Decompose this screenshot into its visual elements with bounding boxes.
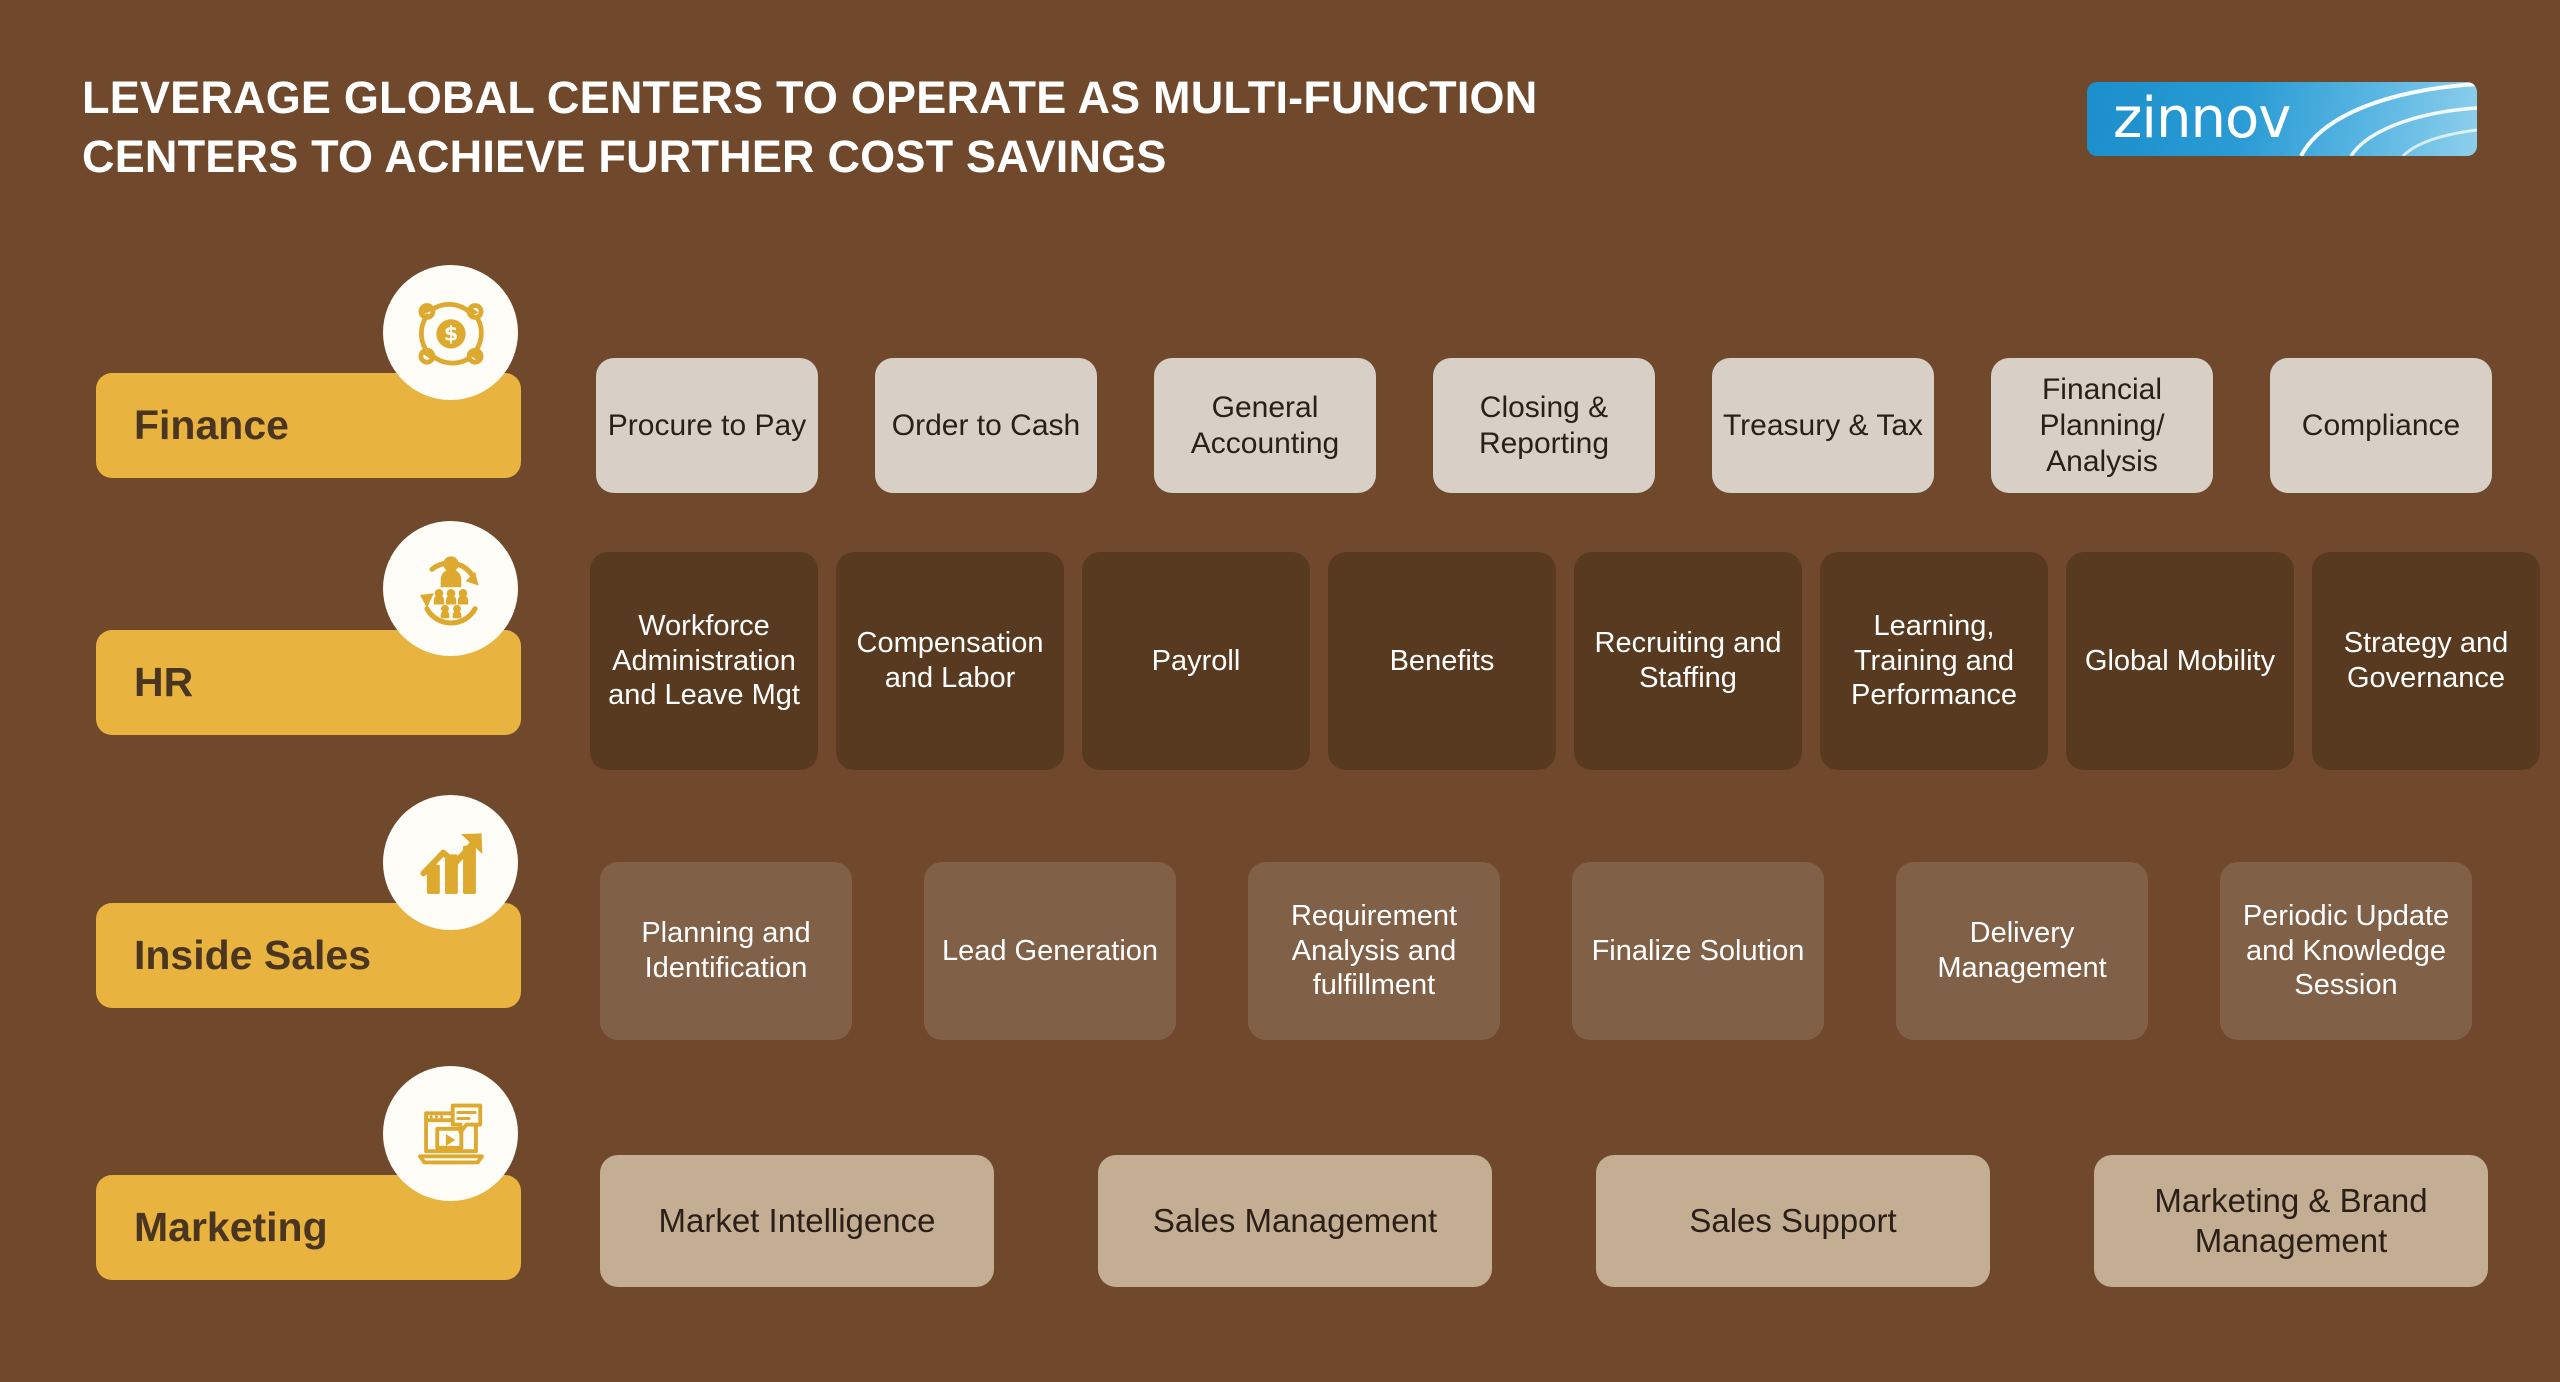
item-closing-reporting[interactable]: Closing & Reporting: [1433, 358, 1655, 493]
item-label: Strategy and Governance: [2343, 627, 2509, 694]
item-learning-training-performance[interactable]: Learning, Training and Performance: [1820, 552, 2048, 770]
item-periodic-update-knowledge-session[interactable]: Periodic Update and Knowledge Session: [2220, 862, 2472, 1040]
logo-wordmark: zinnov: [2113, 86, 2291, 151]
item-compliance[interactable]: Compliance: [2270, 358, 2492, 493]
item-label: Benefits: [1389, 644, 1495, 677]
item-label: Payroll: [1151, 644, 1241, 677]
items-hr: Workforce Administration and Leave Mgt C…: [590, 552, 2540, 770]
row-label-text: Inside Sales: [134, 932, 372, 978]
item-treasury-tax[interactable]: Treasury & Tax: [1712, 358, 1934, 493]
item-label: Marketing & Brand Management: [2154, 1182, 2428, 1259]
item-planning-identification[interactable]: Planning and Identification: [600, 862, 852, 1040]
people-cycle-icon: [383, 521, 518, 656]
item-label: Periodic Update and Knowledge Session: [2242, 899, 2450, 1002]
svg-text:$: $: [443, 321, 457, 345]
item-finalize-solution[interactable]: Finalize Solution: [1572, 862, 1824, 1040]
item-sales-support[interactable]: Sales Support: [1596, 1155, 1990, 1287]
item-general-accounting[interactable]: General Accounting: [1154, 358, 1376, 493]
zinnov-logo: zinnov: [2087, 82, 2477, 156]
item-label: Compensation and Labor: [856, 627, 1044, 694]
item-payroll[interactable]: Payroll: [1082, 552, 1310, 770]
items-inside-sales: Planning and Identification Lead Generat…: [600, 862, 2472, 1040]
item-label: Financial Planning/ Analysis: [2039, 372, 2165, 478]
item-workforce-administration[interactable]: Workforce Administration and Leave Mgt: [590, 552, 818, 770]
item-label: Lead Generation: [941, 934, 1159, 967]
page-header: LEVERAGE GLOBAL CENTERS TO OPERATE AS MU…: [0, 0, 2560, 215]
item-marketing-brand-management[interactable]: Marketing & Brand Management: [2094, 1155, 2488, 1287]
item-recruiting-staffing[interactable]: Recruiting and Staffing: [1574, 552, 1802, 770]
item-label: Finalize Solution: [1591, 934, 1805, 967]
item-label: Closing & Reporting: [1478, 390, 1610, 460]
item-global-mobility[interactable]: Global Mobility: [2066, 552, 2294, 770]
item-requirement-analysis-fulfillment[interactable]: Requirement Analysis and fulfillment: [1248, 862, 1500, 1040]
page-title-line-2: CENTERS TO ACHIEVE FURTHER COST SAVINGS: [82, 131, 1167, 183]
item-label: Planning and Identification: [641, 917, 811, 984]
item-order-to-cash[interactable]: Order to Cash: [875, 358, 1097, 493]
item-market-intelligence[interactable]: Market Intelligence: [600, 1155, 994, 1287]
item-label: Market Intelligence: [658, 1202, 936, 1240]
item-label: Treasury & Tax: [1722, 408, 1924, 442]
item-compensation-labor[interactable]: Compensation and Labor: [836, 552, 1064, 770]
item-strategy-governance[interactable]: Strategy and Governance: [2312, 552, 2540, 770]
item-financial-planning-analysis[interactable]: Financial Planning/ Analysis: [1991, 358, 2213, 493]
money-cycle-icon: $: [383, 265, 518, 400]
row-label-text: HR: [134, 659, 194, 705]
items-marketing: Market Intelligence Sales Management Sal…: [600, 1155, 2488, 1287]
item-label: Delivery Management: [1937, 917, 2107, 984]
row-label-text: Marketing: [134, 1204, 328, 1250]
row-label-text: Finance: [134, 402, 289, 448]
item-label: Sales Management: [1152, 1202, 1438, 1240]
item-benefits[interactable]: Benefits: [1328, 552, 1556, 770]
item-label: Order to Cash: [891, 408, 1081, 442]
items-finance: Procure to Pay Order to Cash General Acc…: [596, 358, 2492, 493]
item-label: Procure to Pay: [607, 408, 807, 442]
item-delivery-management[interactable]: Delivery Management: [1896, 862, 2148, 1040]
page-title: LEVERAGE GLOBAL CENTERS TO OPERATE AS MU…: [82, 68, 2082, 187]
item-label: Recruiting and Staffing: [1594, 627, 1782, 694]
item-label: Global Mobility: [2084, 644, 2276, 677]
page-title-line-1: LEVERAGE GLOBAL CENTERS TO OPERATE AS MU…: [82, 72, 1538, 123]
item-label: Compliance: [2301, 408, 2461, 442]
item-label: Requirement Analysis and fulfillment: [1290, 899, 1458, 1002]
item-label: Sales Support: [1689, 1202, 1897, 1240]
item-sales-management[interactable]: Sales Management: [1098, 1155, 1492, 1287]
item-lead-generation[interactable]: Lead Generation: [924, 862, 1176, 1040]
item-procure-to-pay[interactable]: Procure to Pay: [596, 358, 818, 493]
item-label: General Accounting: [1190, 390, 1340, 460]
growth-chart-icon: [383, 795, 518, 930]
item-label: Workforce Administration and Leave Mgt: [608, 609, 800, 712]
item-label: Learning, Training and Performance: [1850, 609, 2017, 712]
media-laptop-icon: [383, 1066, 518, 1201]
